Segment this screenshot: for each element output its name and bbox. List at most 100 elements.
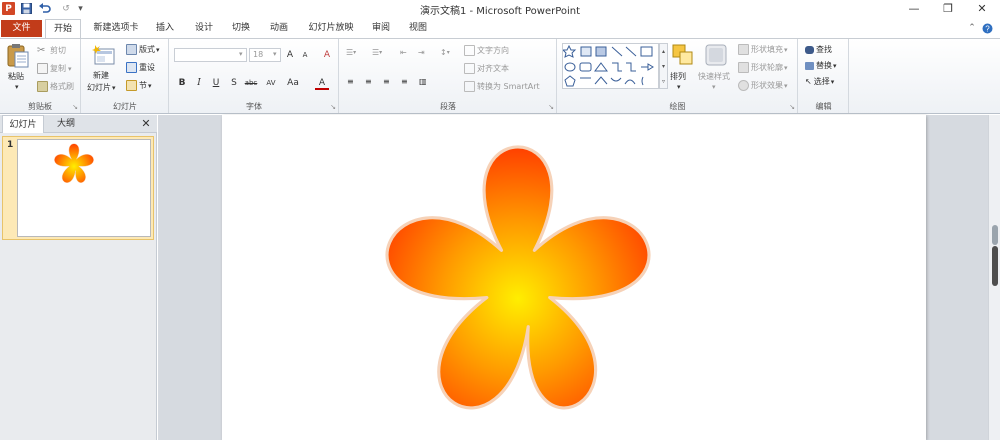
thumbnail-flower-icon	[54, 143, 94, 183]
brush-icon	[37, 81, 48, 92]
copy-label: 复制	[50, 64, 66, 73]
slide-thumbnail[interactable]	[17, 139, 151, 237]
shapes-gallery[interactable]	[561, 43, 659, 89]
text-direction-button[interactable]: 文字方向	[464, 45, 509, 56]
shape-effects-label: 形状效果	[751, 81, 783, 90]
clear-formatting-button[interactable]: A	[320, 49, 334, 62]
arrange-icon[interactable]	[671, 43, 695, 67]
shape-outline-label: 形状轮廓	[751, 63, 783, 72]
align-center-button[interactable]: ≡	[365, 77, 372, 86]
change-case-button[interactable]: Aa	[285, 77, 301, 90]
align-text-button[interactable]: 对齐文本	[464, 63, 509, 74]
underline-button[interactable]: U	[209, 77, 223, 90]
reset-label: 重设	[139, 63, 155, 72]
character-spacing-button[interactable]: AV	[262, 77, 280, 90]
italic-button[interactable]: I	[192, 77, 206, 90]
decrease-indent-button[interactable]: ⇤	[400, 48, 407, 57]
tab-design[interactable]: 设计	[189, 19, 219, 38]
section-button[interactable]: 节 ▾	[126, 80, 152, 91]
paste-dropdown-icon[interactable]: ▾	[15, 83, 19, 91]
slides-group: 新建 幻灯片 ▾ 版式 ▾ 重设 节 ▾ 幻灯片	[82, 39, 169, 113]
grow-font-button[interactable]: A	[283, 49, 297, 62]
convert-smartart-label: 转换为 SmartArt	[477, 82, 540, 91]
new-slide-dropdown-icon: ▾	[112, 83, 116, 92]
text-shadow-button[interactable]: S	[227, 77, 241, 90]
arrange-label[interactable]: 排列	[670, 71, 686, 82]
tab-slideshow[interactable]: 幻灯片放映	[302, 19, 360, 38]
layout-icon	[126, 44, 137, 55]
close-pane-icon[interactable]: ✕	[138, 115, 154, 133]
arrange-dropdown-icon[interactable]: ▾	[677, 83, 681, 91]
tab-animations[interactable]: 动画	[264, 19, 294, 38]
bold-button[interactable]: B	[175, 77, 189, 90]
paragraph-launcher-icon[interactable]: ↘	[548, 103, 554, 111]
slide-canvas[interactable]	[222, 115, 926, 440]
quick-styles-dropdown-icon[interactable]: ▾	[712, 83, 716, 91]
window-title: 演示文稿1 - Microsoft PowerPoint	[419, 6, 581, 17]
layout-button[interactable]: 版式 ▾	[126, 44, 160, 55]
clipboard-launcher-icon[interactable]: ↘	[72, 103, 78, 111]
find-button[interactable]: 查找	[805, 44, 832, 55]
minimize-button[interactable]: —	[898, 0, 930, 17]
bullets-button[interactable]: ☰ ▾	[346, 48, 356, 57]
select-button[interactable]: ↖ 选择 ▾	[805, 76, 834, 87]
quick-styles-icon[interactable]	[704, 43, 728, 67]
line-spacing-button[interactable]: ↕ ▾	[440, 48, 450, 57]
paste-button[interactable]: 粘贴	[8, 71, 24, 82]
close-button[interactable]: ✕	[966, 0, 998, 17]
shape-effects-dropdown-icon: ▾	[784, 81, 788, 90]
shrink-font-button[interactable]: A	[298, 49, 312, 62]
ribbon: 粘贴 ▾ ✂ 剪切 复制 ▾ 格式刷 剪贴板 ↘ 新建 幻灯片 ▾ 版式 ▾ 重…	[0, 38, 1000, 114]
font-name-dropdown-icon: ▾	[239, 50, 243, 58]
convert-smartart-button[interactable]: 转换为 SmartArt	[464, 81, 540, 92]
quick-styles-label[interactable]: 快速样式	[698, 71, 730, 82]
scrollbar-thumb[interactable]	[992, 246, 998, 286]
strikethrough-button[interactable]: abc	[242, 77, 260, 90]
tab-insert[interactable]: 插入	[150, 19, 180, 38]
shapes-scroll[interactable]: ▴ ▾ ▿	[659, 43, 668, 89]
tab-outline[interactable]: 大纲	[46, 115, 86, 133]
shape-outline-button[interactable]: 形状轮廓 ▾	[738, 62, 788, 73]
new-slide-label-1[interactable]: 新建	[93, 70, 109, 81]
justify-button[interactable]: ≡	[401, 77, 408, 86]
increase-indent-button[interactable]: ⇥	[418, 48, 425, 57]
tab-view[interactable]: 视图	[403, 19, 433, 38]
drawing-launcher-icon[interactable]: ↘	[789, 103, 795, 111]
minimize-ribbon-icon[interactable]: ⌃	[966, 19, 978, 38]
restore-button[interactable]: ❐	[932, 0, 964, 17]
tab-file[interactable]: 文件	[1, 20, 42, 37]
replace-button[interactable]: 替换 ▾	[805, 60, 837, 71]
font-color-button[interactable]: A	[315, 77, 329, 90]
format-painter-button[interactable]: 格式刷	[37, 81, 74, 92]
tab-slides[interactable]: 幻灯片	[2, 115, 44, 133]
cut-button[interactable]: ✂ 剪切	[37, 45, 66, 56]
shapes-gallery-icons	[561, 44, 654, 87]
tab-home[interactable]: 开始	[45, 19, 81, 39]
reset-button[interactable]: 重设	[126, 62, 155, 73]
shape-fill-label: 形状填充	[751, 45, 783, 54]
tab-new-tab[interactable]: 新建选项卡	[85, 19, 147, 38]
vertical-scrollbar[interactable]	[988, 115, 1000, 440]
slide-thumbnail-item[interactable]: 1	[2, 136, 154, 240]
align-right-button[interactable]: ≡	[383, 77, 390, 86]
shape-fill-button[interactable]: 形状填充 ▾	[738, 44, 788, 55]
tab-review[interactable]: 审阅	[366, 19, 396, 38]
numbering-button[interactable]: ☰ ▾	[372, 48, 382, 57]
tab-transitions[interactable]: 切换	[226, 19, 256, 38]
help-icon[interactable]: ?	[980, 19, 994, 38]
font-group: ▾ 18 ▾ A A A B I U S abc AV Aa A 字体 ↘	[170, 39, 339, 113]
slide-editing-area	[158, 115, 988, 440]
flower-shape[interactable]	[222, 115, 926, 440]
copy-button[interactable]: 复制 ▾	[37, 63, 72, 74]
columns-button[interactable]: ▥	[419, 77, 427, 86]
paste-icon[interactable]	[6, 43, 30, 68]
new-slide-icon[interactable]	[92, 43, 116, 67]
align-left-button[interactable]: ≡	[347, 77, 354, 86]
font-name-select[interactable]	[174, 48, 247, 62]
font-launcher-icon[interactable]: ↘	[330, 103, 336, 111]
new-slide-label-text: 幻灯片	[87, 83, 111, 92]
smartart-icon	[464, 81, 475, 92]
shape-effects-button[interactable]: 形状效果 ▾	[738, 80, 788, 91]
select-dropdown-icon: ▾	[830, 77, 835, 86]
new-slide-label-2[interactable]: 幻灯片 ▾	[87, 82, 116, 93]
